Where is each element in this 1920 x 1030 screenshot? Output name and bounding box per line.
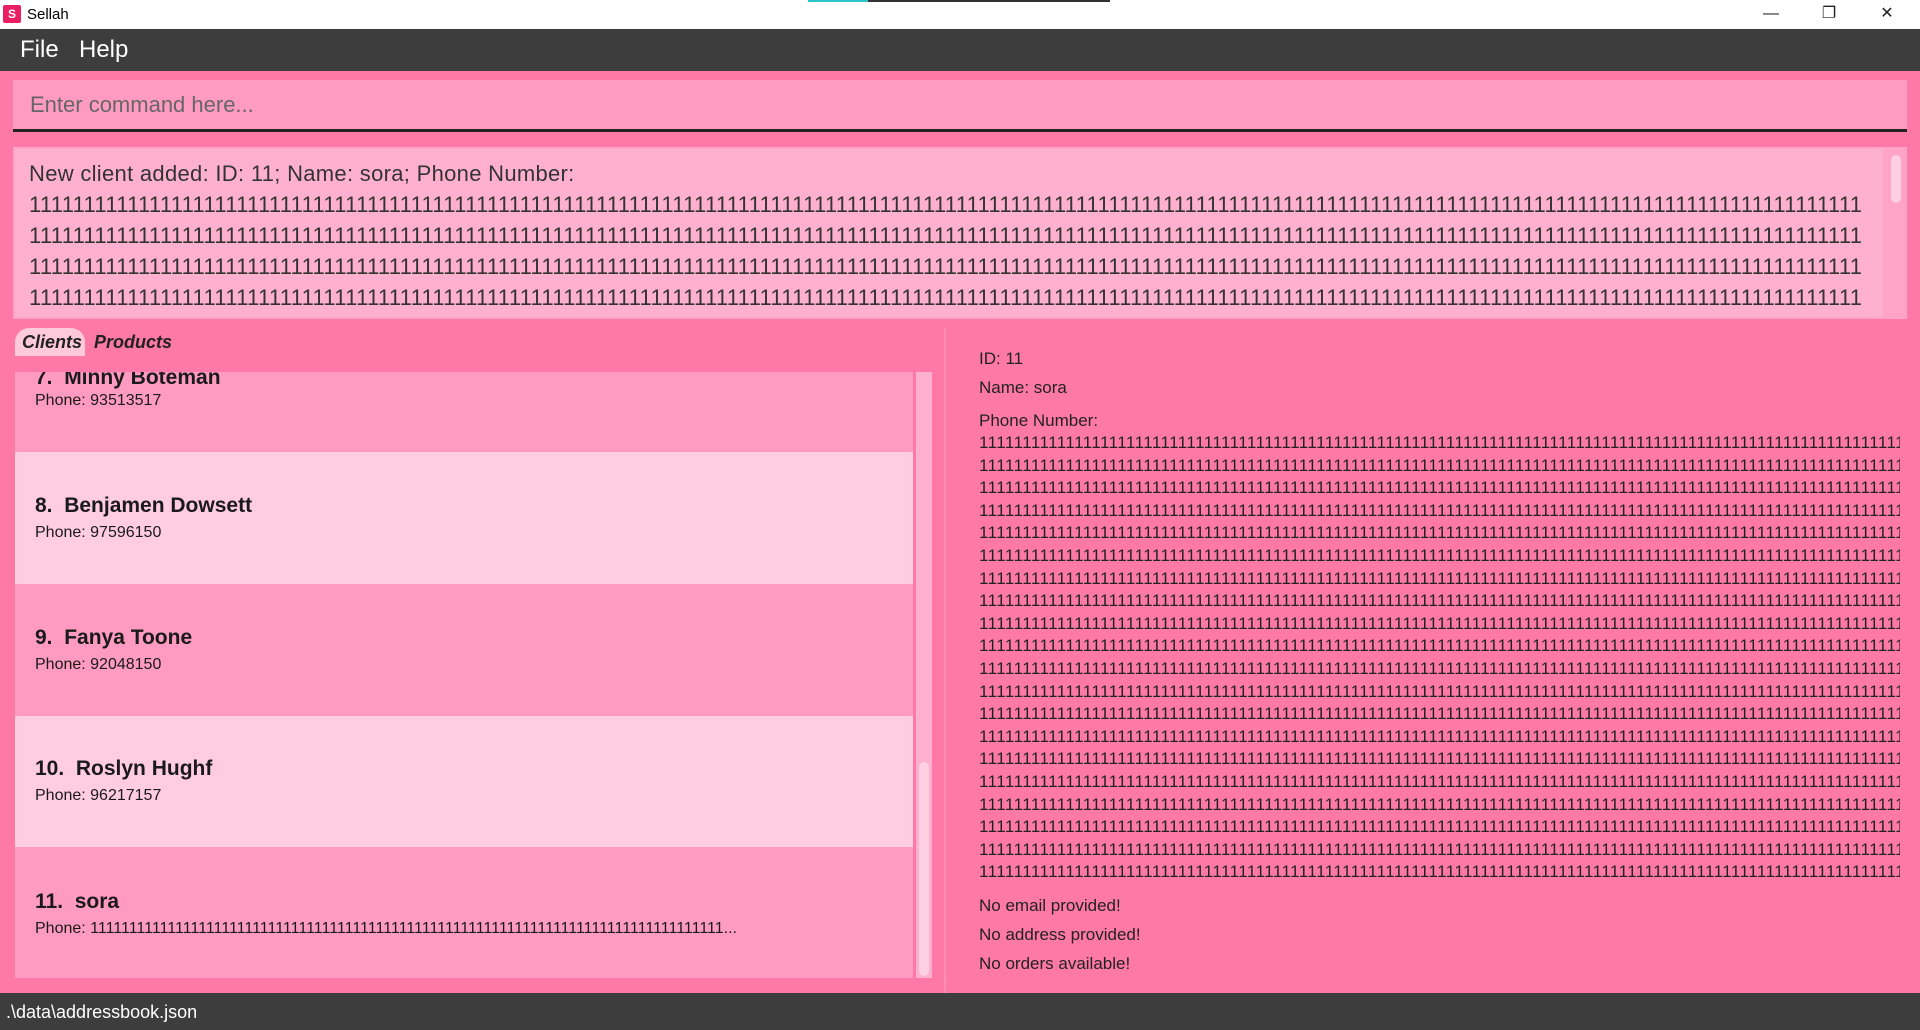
client-phone: Phone: 92048150 bbox=[35, 656, 162, 673]
title-accent-dark bbox=[868, 0, 1110, 2]
list-item[interactable]: 8. Benjamen Dowsett Phone: 97596150 bbox=[15, 452, 913, 584]
client-name-text: Minny Boteman bbox=[64, 372, 221, 389]
title-accent bbox=[808, 0, 868, 2]
detail-phone-line: 1111111111111111111111111111111111111111… bbox=[979, 478, 1900, 498]
client-name: 8. Benjamen Dowsett bbox=[35, 494, 252, 518]
detail-phone-line: 1111111111111111111111111111111111111111… bbox=[979, 613, 1900, 633]
client-name-text: Roslyn Hughf bbox=[75, 757, 213, 780]
result-scroll-thumb[interactable] bbox=[1891, 155, 1901, 203]
detail-phone-line: 1111111111111111111111111111111111111111… bbox=[979, 500, 1900, 520]
client-name: 9. Fanya Toone bbox=[35, 626, 192, 650]
detail-phone-line: 1111111111111111111111111111111111111111… bbox=[979, 817, 1900, 837]
detail-phone-line: 1111111111111111111111111111111111111111… bbox=[979, 433, 1900, 452]
client-list-scroll-thumb[interactable] bbox=[919, 762, 929, 976]
detail-phone-line: 1111111111111111111111111111111111111111… bbox=[979, 591, 1900, 611]
result-header: New client added: ID: 11; Name: sora; Ph… bbox=[29, 161, 575, 186]
detail-phone-line: 1111111111111111111111111111111111111111… bbox=[979, 658, 1900, 678]
detail-phone-number: 1111111111111111111111111111111111111111… bbox=[979, 432, 1900, 884]
menu-file[interactable]: File bbox=[20, 36, 59, 64]
list-item[interactable]: 7. Minny Boteman Phone: 93513517 bbox=[15, 372, 913, 452]
client-index: 10. bbox=[35, 757, 65, 780]
detail-phone-line: 1111111111111111111111111111111111111111… bbox=[979, 455, 1900, 475]
status-file-path: .\data\addressbook.json bbox=[6, 1002, 198, 1022]
menu-help[interactable]: Help bbox=[79, 36, 128, 64]
client-name-text: Fanya Toone bbox=[64, 626, 193, 649]
client-index: 9. bbox=[35, 626, 53, 649]
detail-name: Name: sora bbox=[979, 378, 1067, 397]
client-name: 10. Roslyn Hughf bbox=[35, 757, 212, 781]
client-index: 11. bbox=[35, 890, 64, 913]
detail-phone-line: 1111111111111111111111111111111111111111… bbox=[979, 681, 1900, 701]
result-line: 1111111111111111111111111111111111111111… bbox=[29, 285, 1863, 310]
detail-address: No address provided! bbox=[979, 925, 1141, 944]
detail-phone-line: 1111111111111111111111111111111111111111… bbox=[979, 523, 1900, 543]
detail-phone-line: 1111111111111111111111111111111111111111… bbox=[979, 726, 1900, 746]
tab-products[interactable]: Products bbox=[87, 328, 177, 356]
detail-phone-line: 1111111111111111111111111111111111111111… bbox=[979, 862, 1900, 882]
command-input[interactable] bbox=[13, 80, 1907, 132]
command-box bbox=[0, 71, 1920, 143]
detail-orders: No orders available! bbox=[979, 954, 1131, 973]
client-index: 7. bbox=[35, 372, 53, 389]
maximize-icon[interactable]: ❐ bbox=[1800, 0, 1858, 29]
client-index: 8. bbox=[35, 494, 53, 517]
close-icon[interactable]: ✕ bbox=[1858, 0, 1916, 29]
client-phone: Phone: 93513517 bbox=[35, 392, 162, 409]
client-list-scrollbar[interactable] bbox=[916, 372, 932, 978]
client-list: 7. Minny Boteman Phone: 93513517 8. Benj… bbox=[15, 372, 931, 978]
detail-phone-line: 1111111111111111111111111111111111111111… bbox=[979, 704, 1900, 724]
result-line: 1111111111111111111111111111111111111111… bbox=[29, 223, 1863, 248]
window-title: Sellah bbox=[27, 6, 69, 23]
result-display: New client added: ID: 11; Name: sora; Ph… bbox=[13, 147, 1907, 319]
list-item[interactable]: 10. Roslyn Hughf Phone: 96217157 bbox=[15, 716, 913, 847]
detail-phone-line: 1111111111111111111111111111111111111111… bbox=[979, 771, 1900, 791]
detail-phone-line: 1111111111111111111111111111111111111111… bbox=[979, 839, 1900, 859]
client-name-text: sora bbox=[74, 890, 120, 913]
client-name: 7. Minny Boteman bbox=[35, 372, 221, 390]
detail-phone-line: 1111111111111111111111111111111111111111… bbox=[979, 568, 1900, 588]
app-icon: S bbox=[3, 5, 21, 23]
detail-phone-line: 1111111111111111111111111111111111111111… bbox=[979, 545, 1900, 565]
detail-phone-label: Phone Number: bbox=[979, 411, 1099, 430]
result-line: 1111111111111111111111111111111111111111… bbox=[29, 192, 1863, 217]
client-phone: Phone: 97596150 bbox=[35, 524, 162, 541]
title-bar: S Sellah — ❐ ✕ bbox=[0, 0, 1920, 29]
client-phone: Phone: 96217157 bbox=[35, 787, 162, 804]
minimize-icon[interactable]: — bbox=[1742, 0, 1800, 29]
client-phone: Phone: 111111111111111111111111111111111… bbox=[35, 920, 737, 937]
tab-clients[interactable]: Clients bbox=[15, 328, 85, 356]
detail-phone-line: 1111111111111111111111111111111111111111… bbox=[979, 636, 1900, 656]
detail-phone-line: 1111111111111111111111111111111111111111… bbox=[979, 794, 1900, 814]
detail-phone-line: 1111111111111111111111111111111111111111… bbox=[979, 749, 1900, 769]
result-scrollbar[interactable] bbox=[1887, 151, 1903, 315]
result-text-area[interactable]: New client added: ID: 11; Name: sora; Ph… bbox=[15, 149, 1883, 317]
result-line: 1111111111111111111111111111111111111111… bbox=[29, 254, 1863, 279]
list-item[interactable]: 9. Fanya Toone Phone: 92048150 bbox=[15, 584, 913, 716]
panel-divider bbox=[944, 328, 946, 993]
detail-email: No email provided! bbox=[979, 896, 1121, 915]
menu-bar: File Help bbox=[0, 29, 1920, 71]
status-bar: .\data\addressbook.json bbox=[0, 993, 1920, 1030]
client-name-text: Benjamen Dowsett bbox=[64, 494, 253, 517]
detail-id: ID: 11 bbox=[979, 349, 1024, 368]
list-item[interactable]: 11. sora Phone: 111111111111111111111111… bbox=[15, 847, 913, 978]
client-name: 11. sora bbox=[35, 890, 119, 914]
